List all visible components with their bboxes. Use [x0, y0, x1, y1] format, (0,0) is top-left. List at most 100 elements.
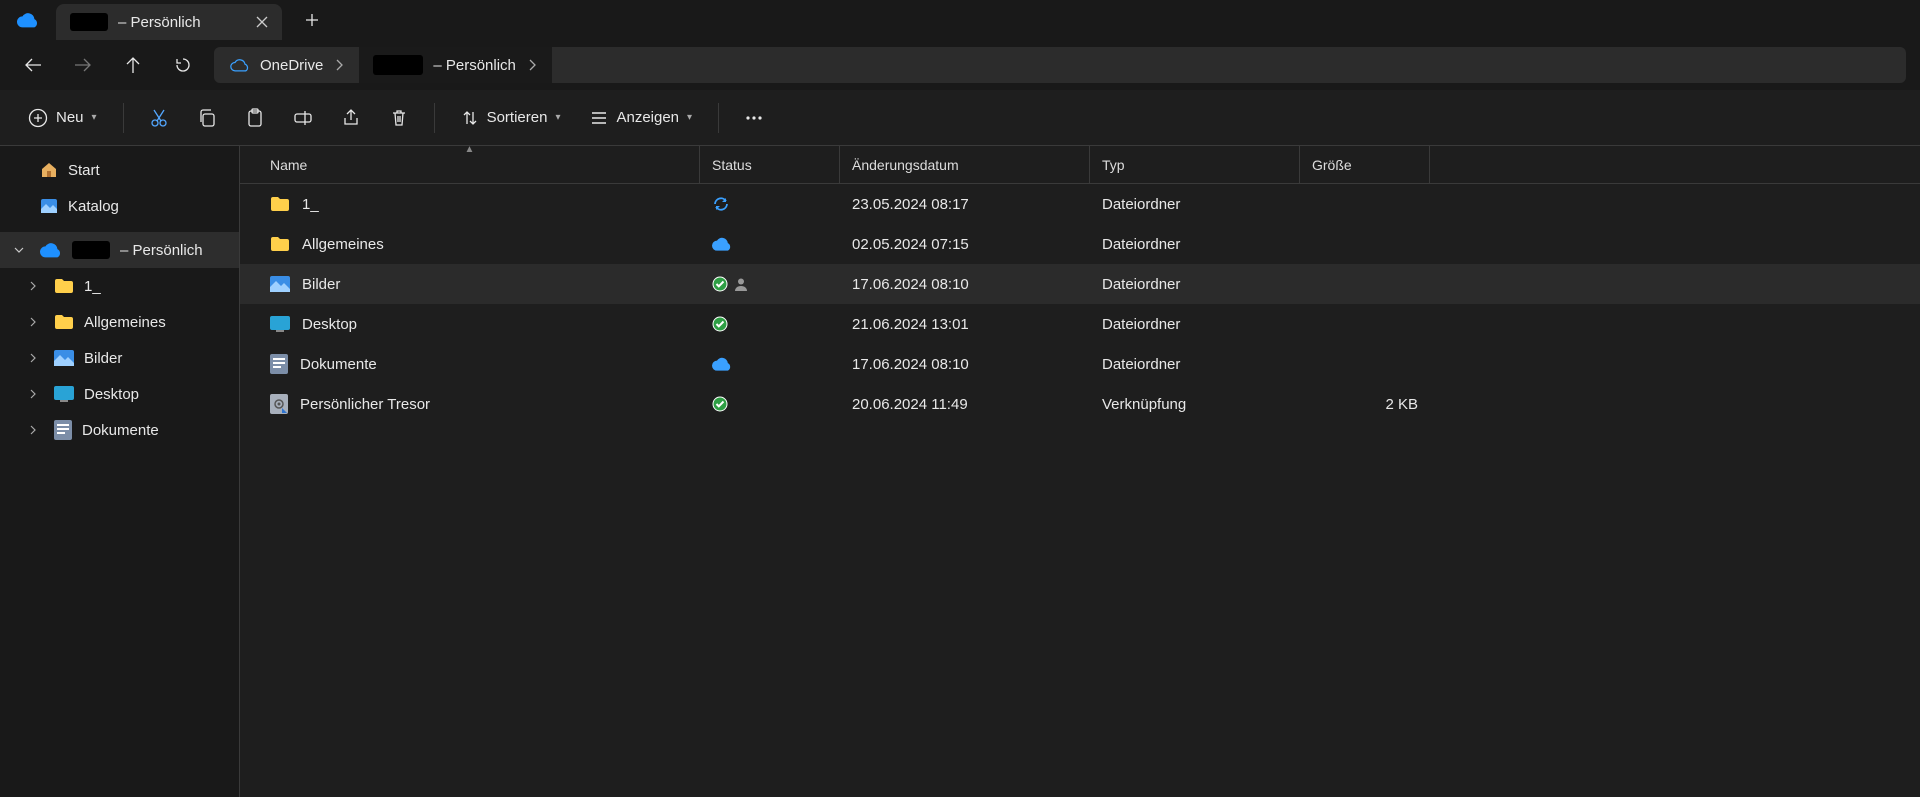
status-icons [712, 396, 828, 412]
item-icon [270, 276, 290, 292]
sidebar-onedrive-root[interactable]: – Persönlich [0, 232, 239, 268]
status-icons [712, 276, 828, 292]
file-type: Verknüpfung [1090, 396, 1300, 413]
tab-title: – Persönlich [118, 14, 201, 31]
file-date: 23.05.2024 08:17 [840, 196, 1090, 213]
chevron-right-icon [333, 59, 345, 71]
forward-button[interactable] [64, 46, 102, 84]
breadcrumb-item-label: – Persönlich [433, 57, 516, 74]
up-button[interactable] [114, 46, 152, 84]
sidebar-item-gallery[interactable]: Katalog [0, 188, 239, 224]
rename-button[interactable] [280, 98, 326, 138]
breadcrumb-root[interactable]: OneDrive [216, 47, 359, 83]
column-header-name[interactable]: ▲ Name [240, 146, 700, 183]
column-header-status[interactable]: Status [700, 146, 840, 183]
sidebar-item-label: Desktop [84, 386, 139, 403]
file-row[interactable]: 1_ 23.05.2024 08:17Dateiordner [240, 184, 1920, 224]
chevron-down-icon[interactable] [14, 245, 30, 255]
file-row[interactable]: Dokumente17.06.2024 08:10Dateiordner [240, 344, 1920, 384]
sidebar-tree-item[interactable]: 1_ [0, 268, 239, 304]
sidebar-item-label: Dokumente [82, 422, 159, 439]
new-tab-button[interactable] [292, 0, 332, 40]
sidebar: Start Katalog – Persönlich 1_ Allgemeines… [0, 146, 240, 797]
column-headers: ▲ Name Status Änderungsdatum Typ Größe [240, 146, 1920, 184]
sidebar-item-label: Katalog [68, 198, 119, 215]
share-button[interactable] [328, 98, 374, 138]
breadcrumb-root-label: OneDrive [260, 57, 323, 74]
file-date: 21.06.2024 13:01 [840, 316, 1090, 333]
onedrive-icon [40, 242, 62, 258]
chevron-down-icon: ▾ [687, 112, 692, 123]
delete-button[interactable] [376, 98, 422, 138]
sort-button-label: Sortieren [487, 109, 548, 126]
sidebar-tree-item[interactable]: Desktop [0, 376, 239, 412]
chevron-right-icon[interactable] [28, 425, 44, 435]
file-row[interactable]: Allgemeines 02.05.2024 07:15Dateiordner [240, 224, 1920, 264]
sidebar-tree-item[interactable]: Allgemeines [0, 304, 239, 340]
file-name: Bilder [302, 276, 340, 293]
file-size: 2 KB [1300, 396, 1430, 413]
item-icon [54, 386, 74, 402]
copy-button[interactable] [184, 98, 230, 138]
item-icon [270, 394, 288, 414]
view-button[interactable]: Anzeigen ▾ [576, 98, 706, 138]
file-date: 02.05.2024 07:15 [840, 236, 1090, 253]
sidebar-item-label: Start [68, 162, 100, 179]
breadcrumb-bar[interactable]: OneDrive – Persönlich [214, 47, 1906, 83]
onedrive-app-icon [0, 12, 56, 28]
status-icons [712, 316, 828, 332]
item-icon [270, 354, 288, 374]
file-name: Persönlicher Tresor [300, 396, 430, 413]
sidebar-tree-item[interactable]: Dokumente [0, 412, 239, 448]
item-icon [54, 350, 74, 366]
chevron-right-icon [526, 59, 538, 71]
file-date: 20.06.2024 11:49 [840, 396, 1090, 413]
sort-button[interactable]: Sortieren ▾ [447, 98, 575, 138]
home-icon [40, 161, 58, 179]
file-list: ▲ Name Status Änderungsdatum Typ Größe 1… [240, 146, 1920, 797]
back-button[interactable] [14, 46, 52, 84]
plus-circle-icon [28, 108, 48, 128]
column-header-date[interactable]: Änderungsdatum [840, 146, 1090, 183]
sidebar-item-start[interactable]: Start [0, 152, 239, 188]
divider [434, 103, 435, 133]
window-tab[interactable]: – Persönlich [56, 4, 282, 40]
more-button[interactable] [731, 98, 777, 138]
chevron-right-icon[interactable] [28, 353, 44, 363]
sidebar-item-label: 1_ [84, 278, 101, 295]
close-tab-icon[interactable] [256, 16, 268, 28]
file-type: Dateiordner [1090, 196, 1300, 213]
chevron-down-icon: ▾ [555, 112, 560, 123]
item-icon [270, 316, 290, 332]
status-icons [712, 237, 828, 251]
chevron-right-icon[interactable] [28, 317, 44, 327]
file-type: Dateiordner [1090, 276, 1300, 293]
redacted-text [72, 241, 110, 259]
column-header-size[interactable]: Größe [1300, 146, 1430, 183]
column-header-type[interactable]: Typ [1090, 146, 1300, 183]
file-type: Dateiordner [1090, 236, 1300, 253]
status-icons [712, 357, 828, 371]
file-row[interactable]: Desktop21.06.2024 13:01Dateiordner [240, 304, 1920, 344]
command-toolbar: Neu ▾ Sortieren ▾ Anzeigen ▾ [0, 90, 1920, 146]
refresh-button[interactable] [164, 46, 202, 84]
file-name: Allgemeines [302, 236, 384, 253]
item-icon [54, 278, 74, 294]
sort-indicator-icon: ▲ [465, 144, 475, 155]
file-row[interactable]: Bilder 17.06.2024 08:10Dateiordner [240, 264, 1920, 304]
sidebar-tree-item[interactable]: Bilder [0, 340, 239, 376]
new-button[interactable]: Neu ▾ [14, 98, 111, 138]
paste-button[interactable] [232, 98, 278, 138]
nav-bar: OneDrive – Persönlich [0, 40, 1920, 90]
item-icon [54, 420, 72, 440]
chevron-right-icon[interactable] [28, 389, 44, 399]
file-date: 17.06.2024 08:10 [840, 356, 1090, 373]
chevron-right-icon[interactable] [28, 281, 44, 291]
file-row[interactable]: Persönlicher Tresor 20.06.2024 11:49Verkn… [240, 384, 1920, 424]
file-type: Dateiordner [1090, 356, 1300, 373]
file-name: 1_ [302, 196, 319, 213]
cut-button[interactable] [136, 98, 182, 138]
file-date: 17.06.2024 08:10 [840, 276, 1090, 293]
chevron-down-icon: ▾ [92, 112, 97, 123]
breadcrumb-item[interactable]: – Persönlich [359, 47, 552, 83]
